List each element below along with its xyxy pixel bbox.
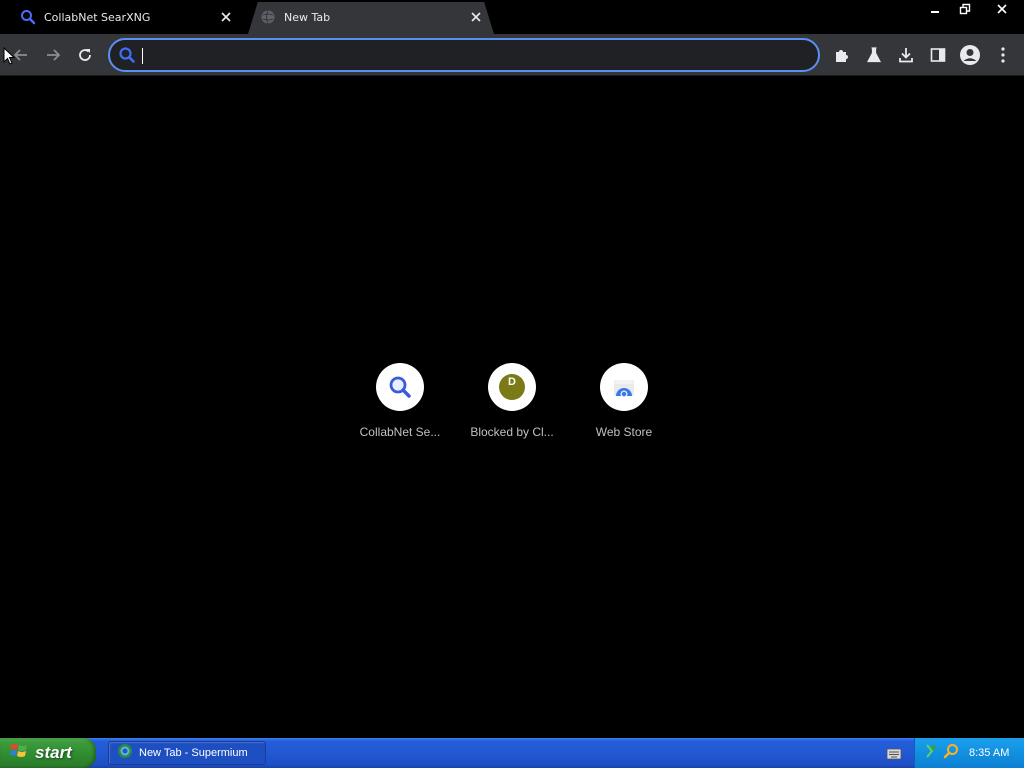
search-icon: [118, 46, 136, 68]
search-icon: [20, 9, 36, 25]
supermium-icon: [117, 743, 133, 763]
tab-strip: CollabNet SearXNG New Tab: [0, 0, 1024, 34]
text-cursor: [142, 48, 143, 64]
reload-button[interactable]: [72, 42, 98, 68]
download-icon[interactable]: [893, 42, 919, 68]
forward-button[interactable]: [40, 42, 66, 68]
profile-avatar-icon[interactable]: [957, 42, 983, 68]
omnibox[interactable]: [108, 38, 820, 72]
address-input[interactable]: [140, 46, 740, 66]
letter-d-icon: D: [488, 363, 536, 411]
close-icon[interactable]: [218, 9, 234, 25]
taskbar: start New Tab - Supermium 8:35 AM: [0, 738, 1024, 768]
close-window-button[interactable]: [980, 0, 1024, 18]
search-icon: [376, 363, 424, 411]
shortcut-collabnet-searxng[interactable]: CollabNet Se...: [344, 359, 456, 449]
mouse-pointer-icon: [3, 46, 16, 69]
keyboard-icon[interactable]: [886, 746, 902, 765]
tab-collabnet-searxng[interactable]: CollabNet SearXNG: [8, 0, 244, 34]
tab-new-tab[interactable]: New Tab: [248, 0, 494, 34]
labs-flask-icon[interactable]: [861, 42, 887, 68]
globe-icon: [260, 9, 276, 25]
shortcut-web-store[interactable]: Web Store: [568, 359, 680, 449]
new-tab-page: CollabNet Se... D Blocked by Cl... Web S…: [0, 77, 1024, 738]
web-store-icon: [600, 363, 648, 411]
tab-title: New Tab: [284, 10, 331, 24]
minimize-button[interactable]: [920, 0, 950, 18]
shortcut-label: Blocked by Cl...: [470, 425, 554, 439]
side-panel-icon[interactable]: [925, 42, 951, 68]
taskbar-button-supermium[interactable]: New Tab - Supermium: [108, 741, 266, 765]
shortcut-label: CollabNet Se...: [359, 425, 441, 439]
start-button[interactable]: start: [0, 738, 96, 768]
taskbar-clock: 8:35 AM: [969, 747, 1010, 759]
tab-title: CollabNet SearXNG: [44, 10, 151, 24]
network-icon[interactable]: [925, 743, 939, 763]
shortcut-blocked[interactable]: D Blocked by Cl...: [456, 359, 568, 449]
window-controls: [920, 0, 1024, 20]
restore-button[interactable]: [950, 0, 980, 18]
start-label: start: [35, 743, 72, 762]
shortcut-label: Web Store: [595, 425, 653, 439]
extensions-icon[interactable]: [829, 42, 855, 68]
search-tray-icon[interactable]: [943, 743, 959, 763]
menu-kebab-icon[interactable]: [990, 42, 1016, 68]
system-tray: 8:35 AM: [914, 738, 1024, 768]
close-icon[interactable]: [468, 9, 484, 25]
taskbar-button-label: New Tab - Supermium: [139, 747, 248, 759]
windows-flag-icon: [10, 742, 30, 764]
